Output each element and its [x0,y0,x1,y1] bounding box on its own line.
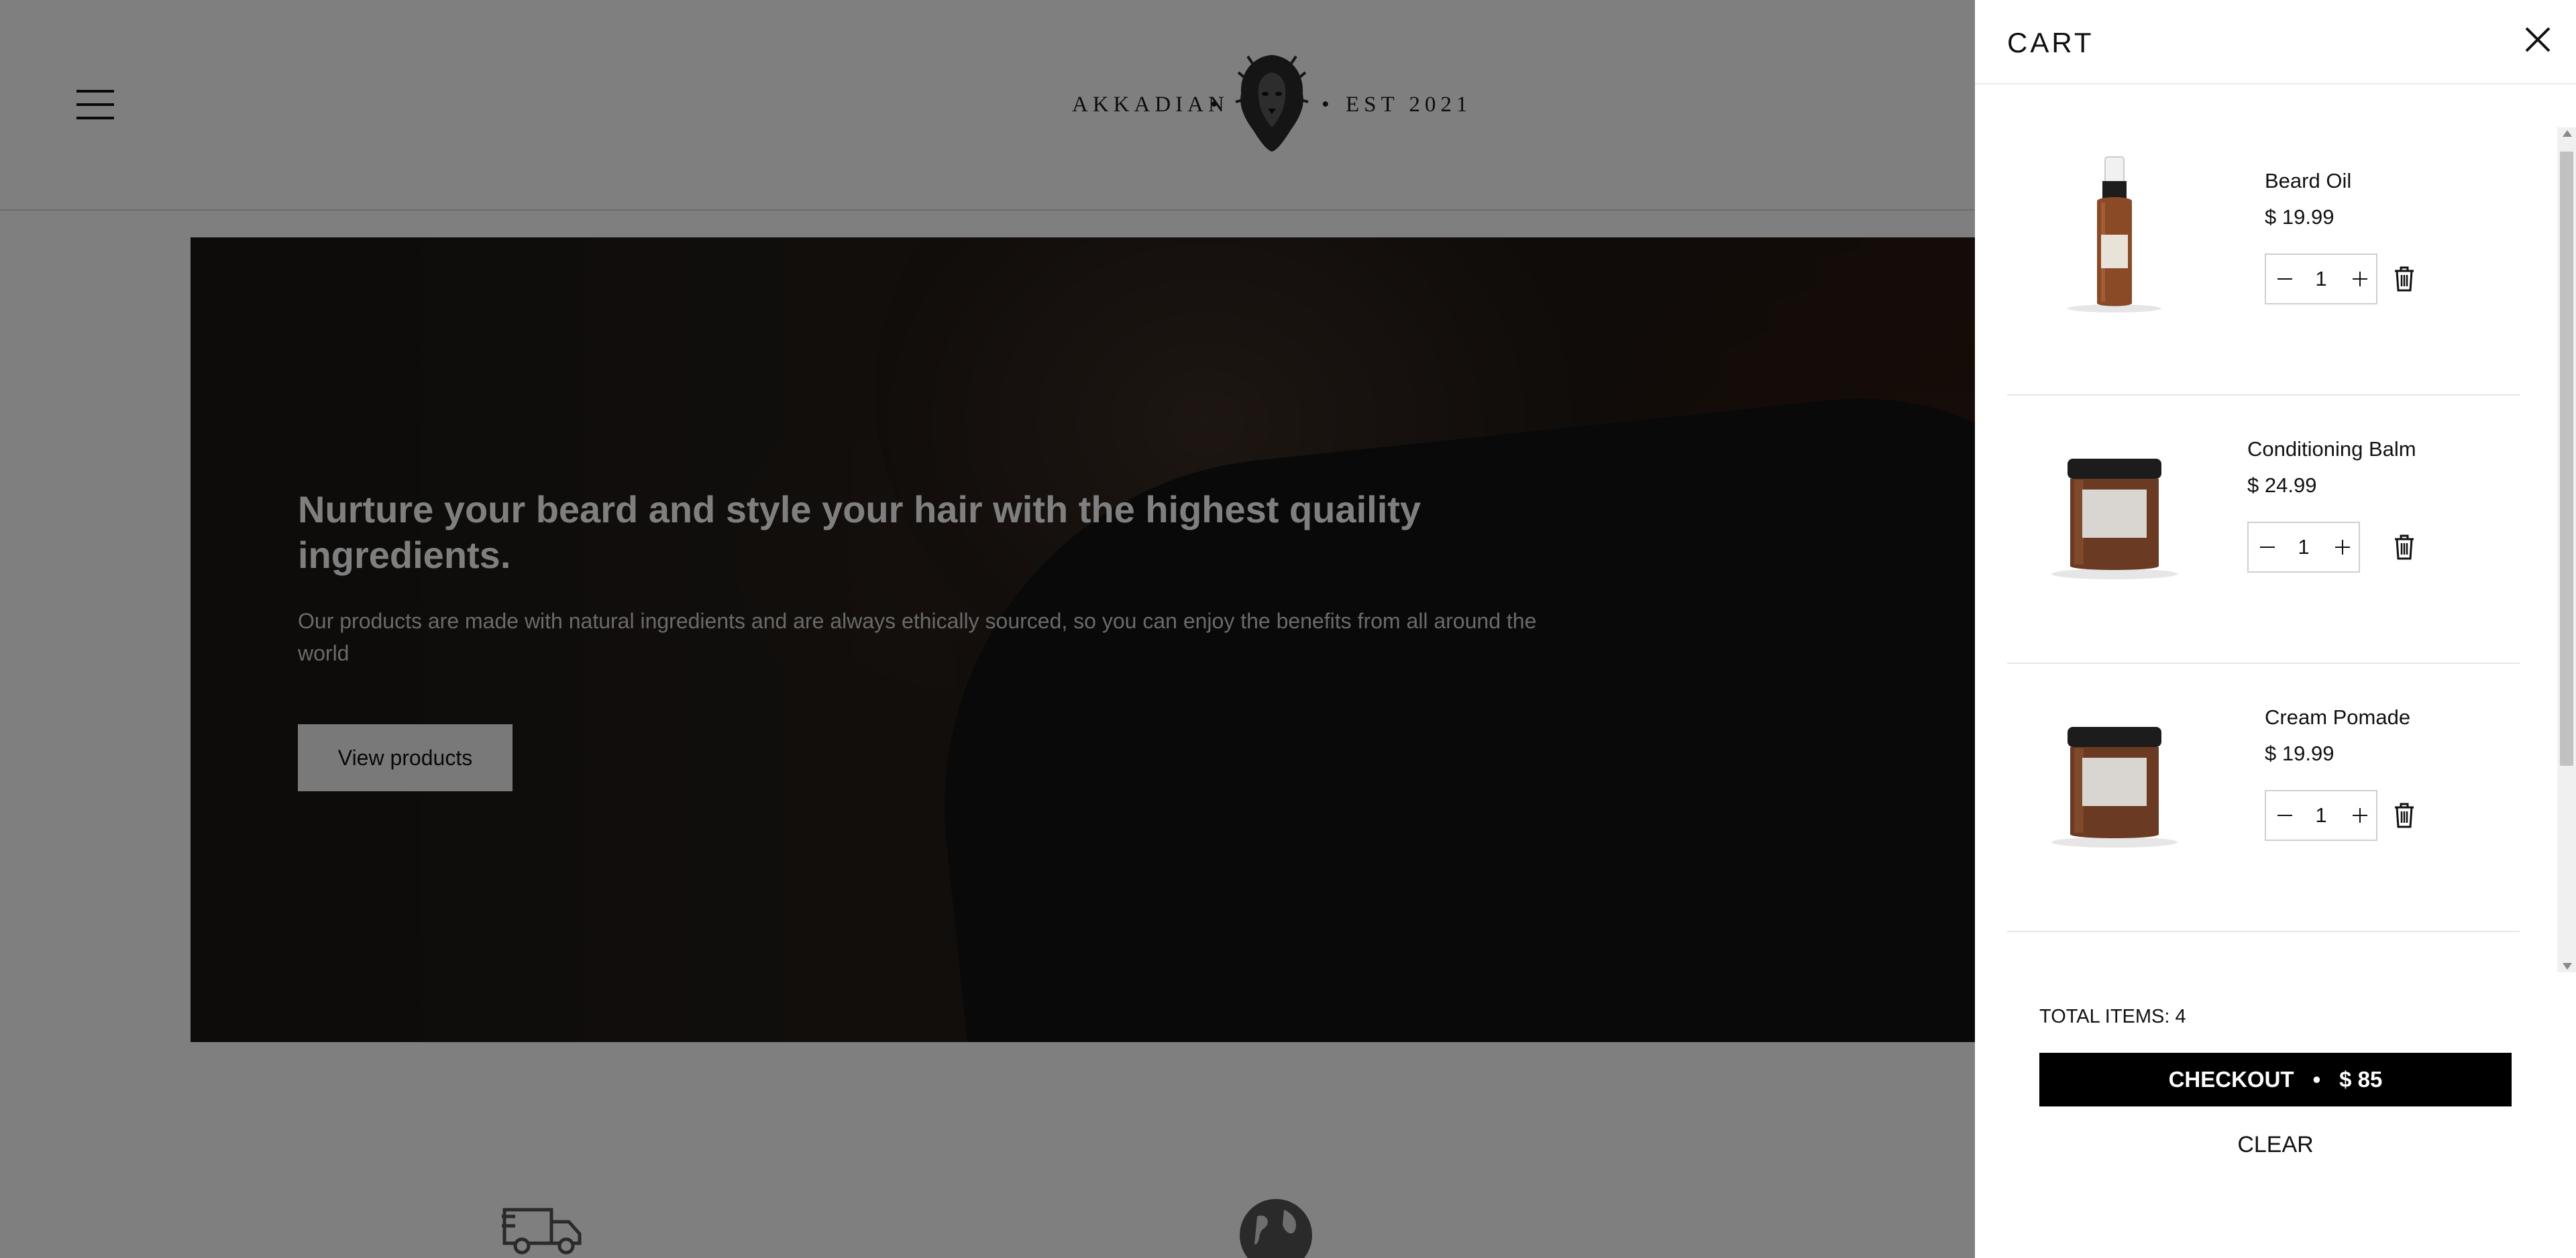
cart-drawer: CART Beard Oil $ 19.99 1 Conditioning Ba… [1975,0,2576,1258]
cart-item-name: Conditioning Balm [2247,437,2416,461]
checkout-separator: • [2312,1067,2321,1092]
total-items-count: TOTAL ITEMS: 4 [2039,1006,2186,1027]
trash-icon[interactable] [2392,802,2416,829]
increase-quantity-button[interactable] [2324,523,2359,571]
cart-item-name: Beard Oil [2265,169,2352,192]
beard-oil-bottle-image [2068,156,2161,312]
cart-item: Cream Pomade $ 19.99 1 [2007,664,2520,932]
trash-icon[interactable] [2392,266,2416,292]
increase-quantity-button[interactable] [2341,791,2376,840]
cart-items-list[interactable]: Beard Oil $ 19.99 1 Conditioning Balm $ … [1975,127,2576,972]
cart-item-name: Cream Pomade [2265,705,2411,729]
decrease-quantity-button[interactable] [2266,255,2301,303]
scroll-down-arrow-icon[interactable] [2563,963,2572,970]
cart-item: Conditioning Balm $ 24.99 1 [2007,396,2520,664]
cart-item-price: $ 19.99 [2265,742,2334,765]
conditioning-balm-jar-image [2051,459,2178,579]
scroll-thumb[interactable] [2560,152,2573,766]
decrease-quantity-button[interactable] [2249,523,2284,571]
checkout-amount: $ 85 [2339,1067,2383,1092]
cart-item: Beard Oil $ 19.99 1 [2007,127,2520,396]
cart-item-price: $ 24.99 [2247,473,2317,497]
quantity-stepper: 1 [2265,790,2377,841]
decrease-quantity-button[interactable] [2266,791,2301,840]
quantity-stepper: 1 [2247,522,2360,573]
scroll-up-arrow-icon[interactable] [2563,130,2572,137]
quantity-value[interactable]: 1 [2301,255,2341,303]
checkout-button[interactable]: CHECKOUT • $ 85 [2039,1053,2512,1106]
quantity-stepper: 1 [2265,253,2377,304]
increase-quantity-button[interactable] [2341,255,2376,303]
checkout-label: CHECKOUT [2168,1067,2294,1092]
quantity-value[interactable]: 1 [2301,791,2341,840]
quantity-value[interactable]: 1 [2284,523,2324,571]
clear-cart-button[interactable]: CLEAR [2175,1128,2376,1161]
close-icon[interactable] [2522,24,2553,55]
cart-header: CART [1975,0,2576,84]
cream-pomade-jar-image [2051,727,2178,848]
cart-title: CART [2007,27,2094,58]
cart-item-price: $ 19.99 [2265,205,2334,229]
trash-icon[interactable] [2392,534,2416,561]
cart-scrollbar[interactable] [2557,127,2576,972]
